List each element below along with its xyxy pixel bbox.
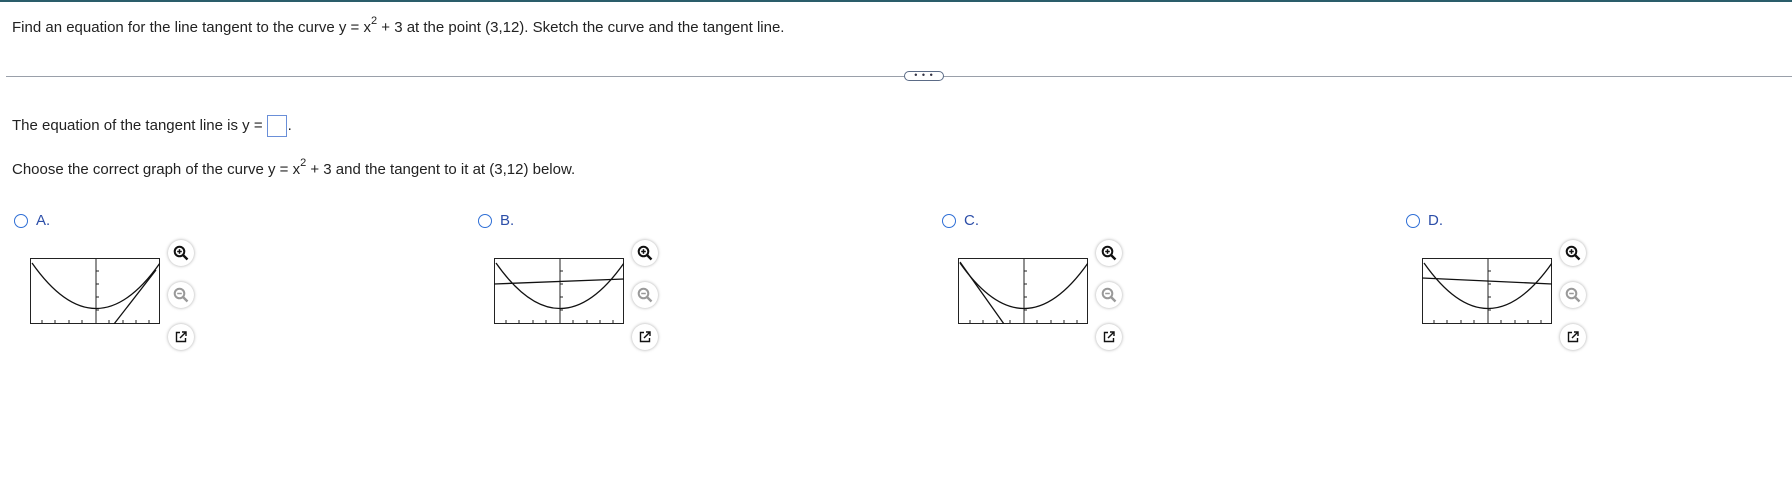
- choice-c-popout[interactable]: [1096, 324, 1122, 350]
- popout-icon: [639, 331, 651, 343]
- choice-a-graph[interactable]: [30, 258, 160, 324]
- choice-a-popout[interactable]: [168, 324, 194, 350]
- expand-button[interactable]: • • •: [904, 71, 944, 81]
- zoom-out-icon: [1101, 287, 1117, 303]
- popout-icon: [1103, 331, 1115, 343]
- top-rule: [0, 0, 1792, 2]
- answer-input[interactable]: [266, 115, 287, 137]
- choose-suffix: + 3 and the tangent to it at (3,12) belo…: [306, 161, 576, 178]
- choice-d-popout[interactable]: [1560, 324, 1586, 350]
- choice-a-zoom-in[interactable]: [168, 240, 194, 266]
- choice-b-option[interactable]: B.: [478, 212, 514, 229]
- choice-a-zoom-out[interactable]: [168, 282, 194, 308]
- zoom-out-icon: [1565, 287, 1581, 303]
- choice-b-popout[interactable]: [632, 324, 658, 350]
- choice-c-option[interactable]: C.: [942, 212, 979, 229]
- choice-b-graph[interactable]: [494, 258, 624, 324]
- zoom-in-icon: [637, 245, 653, 261]
- choice-c: C.: [940, 210, 1140, 360]
- choice-c-graph[interactable]: [958, 258, 1088, 324]
- choice-a-letter: A.: [36, 212, 51, 229]
- choice-d-option[interactable]: D.: [1406, 212, 1443, 229]
- choice-c-zoom-out[interactable]: [1096, 282, 1122, 308]
- choice-b-letter: B.: [500, 212, 515, 229]
- choice-d: D.: [1404, 210, 1604, 360]
- choice-d-zoom-out[interactable]: [1560, 282, 1586, 308]
- question-prefix: Find an equation for the line tangent to…: [12, 19, 371, 36]
- choice-a-radio[interactable]: [14, 213, 28, 228]
- question-exponent: 2: [370, 15, 378, 27]
- choose-exponent: 2: [300, 157, 307, 169]
- choice-a-option[interactable]: A.: [14, 212, 50, 229]
- choice-d-graph[interactable]: [1422, 258, 1552, 324]
- choose-prefix: Choose the correct graph of the curve y …: [12, 161, 301, 178]
- zoom-in-icon: [173, 245, 189, 261]
- choice-c-zoom-in[interactable]: [1096, 240, 1122, 266]
- zoom-out-icon: [173, 287, 189, 303]
- choice-c-radio[interactable]: [942, 213, 956, 228]
- answer-suffix: .: [287, 117, 292, 134]
- choice-d-radio[interactable]: [1406, 213, 1420, 228]
- choice-b-radio[interactable]: [478, 213, 492, 228]
- zoom-in-icon: [1101, 245, 1117, 261]
- popout-icon: [175, 331, 187, 343]
- choose-text: Choose the correct graph of the curve y …: [12, 157, 576, 180]
- question-suffix: + 3 at the point (3,12). Sketch the curv…: [377, 19, 785, 36]
- choice-c-letter: C.: [964, 212, 979, 229]
- answer-prefix: The equation of the tangent line is y =: [12, 117, 263, 134]
- choice-d-letter: D.: [1428, 212, 1443, 229]
- question-text: Find an equation for the line tangent to…: [12, 15, 785, 38]
- section-divider: [6, 76, 1792, 77]
- choice-b: B.: [476, 210, 676, 360]
- choice-a: A.: [12, 210, 212, 360]
- answer-line: The equation of the tangent line is y = …: [12, 114, 292, 138]
- choice-b-zoom-in[interactable]: [632, 240, 658, 266]
- zoom-out-icon: [637, 287, 653, 303]
- choice-d-zoom-in[interactable]: [1560, 240, 1586, 266]
- zoom-in-icon: [1565, 245, 1581, 261]
- choice-b-zoom-out[interactable]: [632, 282, 658, 308]
- popout-icon: [1567, 331, 1579, 343]
